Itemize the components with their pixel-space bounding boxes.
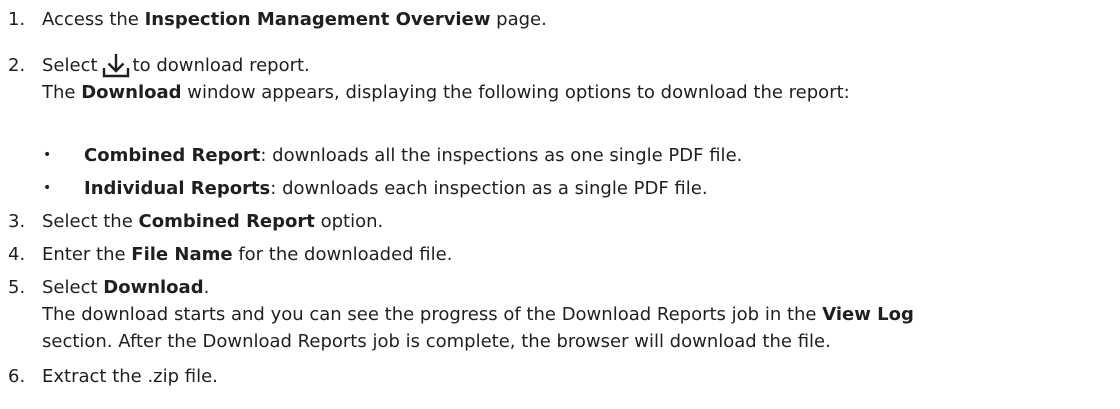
step-result: The Download window appears, displaying … bbox=[42, 79, 1120, 106]
step-text: Select to download report. The Download … bbox=[42, 52, 1120, 106]
option-description: : downloads each inspection as a single … bbox=[270, 178, 708, 199]
step-text: Access the Inspection Management Overvie… bbox=[42, 6, 1120, 33]
step-text-pre: Access the bbox=[42, 9, 145, 30]
bullet: • bbox=[43, 180, 52, 196]
step-number: 4. bbox=[8, 244, 26, 265]
step-text: Extract the .zip file. bbox=[42, 366, 218, 387]
option-text: Combined Report: downloads all the inspe… bbox=[84, 142, 742, 169]
option-text: Individual Reports: downloads each inspe… bbox=[84, 175, 708, 202]
ui-term: Download bbox=[103, 277, 204, 298]
step-result-pre: The bbox=[42, 82, 82, 103]
step-number: 3. bbox=[8, 211, 26, 232]
ui-term: Combined Report bbox=[138, 211, 315, 232]
ui-term: View Log bbox=[822, 304, 914, 325]
step-instruction: Select to download report. bbox=[42, 52, 1120, 79]
bullet: • bbox=[43, 147, 52, 163]
step-result: The download starts and you can see the … bbox=[42, 301, 1120, 328]
step-number: 6. bbox=[8, 366, 26, 387]
step-text-post: for the downloaded file. bbox=[232, 244, 453, 265]
step-text-post: page. bbox=[490, 9, 547, 30]
step-number: 5. bbox=[8, 277, 26, 298]
step-number: 2. bbox=[8, 55, 26, 76]
ui-term: File Name bbox=[131, 244, 233, 265]
step-result-pre: The download starts and you can see the … bbox=[42, 304, 823, 325]
step-text-pre: Enter the bbox=[42, 244, 132, 265]
step-instruction: Select Download. bbox=[42, 274, 1120, 301]
step-text-post: . bbox=[203, 277, 210, 298]
download-icon bbox=[102, 52, 130, 79]
step-text: Enter the File Name for the downloaded f… bbox=[42, 241, 1120, 268]
step-text-pre: Select bbox=[42, 277, 104, 298]
step-text: Select the Combined Report option. bbox=[42, 208, 1120, 235]
step-result-post: window appears, displaying the following… bbox=[181, 82, 850, 103]
ui-term: Download bbox=[81, 82, 182, 103]
procedure-document: 1. Access the Inspection Management Over… bbox=[0, 0, 1120, 409]
step-text-pre: Select bbox=[42, 55, 98, 76]
step-text-post: option. bbox=[314, 211, 384, 232]
step-text-post: to download report. bbox=[132, 55, 310, 76]
option-name: Individual Reports bbox=[84, 178, 271, 199]
step-number: 1. bbox=[8, 9, 26, 30]
step-result-continued: section. After the Download Reports job … bbox=[42, 331, 831, 352]
option-description: : downloads all the inspections as one s… bbox=[260, 145, 743, 166]
step-text: Select Download. The download starts and… bbox=[42, 274, 1120, 355]
step-text-pre: Select the bbox=[42, 211, 139, 232]
ui-term: Inspection Management Overview bbox=[144, 9, 491, 30]
option-name: Combined Report bbox=[84, 145, 261, 166]
